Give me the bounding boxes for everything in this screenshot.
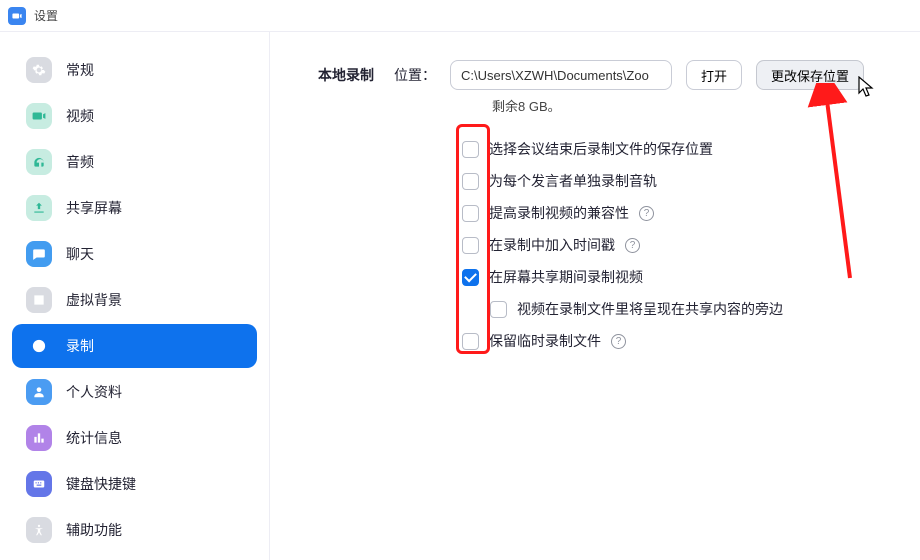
option-label: 保留临时录制文件 — [489, 331, 601, 351]
sidebar-item-chat[interactable]: 聊天 — [12, 232, 257, 276]
keyboard-icon — [26, 471, 52, 497]
sidebar-item-video[interactable]: 视频 — [12, 94, 257, 138]
sidebar-item-accessibility[interactable]: 辅助功能 — [12, 508, 257, 552]
recording-path-input[interactable]: C:\Users\XZWH\Documents\Zoo — [450, 60, 672, 90]
checkbox-icon[interactable] — [462, 205, 479, 222]
sidebar-item-label: 键盘快捷键 — [66, 474, 136, 494]
open-folder-button[interactable]: 打开 — [686, 60, 742, 90]
record-icon — [26, 333, 52, 359]
local-recording-title: 本地录制 — [318, 65, 374, 85]
recording-settings-panel: 本地录制 位置： C:\Users\XZWH\Documents\Zoo 打开 … — [270, 32, 920, 560]
help-icon[interactable]: ? — [625, 238, 640, 253]
titlebar: 设置 — [0, 0, 920, 32]
option-label: 在屏幕共享期间录制视频 — [489, 267, 643, 287]
settings-sidebar: 常规 视频 音频 共享屏幕 聊天 — [0, 32, 270, 560]
sidebar-item-audio[interactable]: 音频 — [12, 140, 257, 184]
option-label: 选择会议结束后录制文件的保存位置 — [489, 139, 713, 159]
option-label: 提高录制视频的兼容性 — [489, 203, 629, 223]
sidebar-item-label: 录制 — [66, 336, 94, 356]
option-separate-audio[interactable]: 为每个发言者单独录制音轨 — [462, 165, 896, 197]
virtual-background-icon — [26, 287, 52, 313]
option-video-beside-share[interactable]: 视频在录制文件里将呈现在共享内容的旁边 — [490, 293, 896, 325]
zoom-app-icon — [8, 7, 26, 25]
sidebar-item-label: 统计信息 — [66, 428, 122, 448]
help-icon[interactable]: ? — [639, 206, 654, 221]
option-keep-temp[interactable]: 保留临时录制文件 ? — [462, 325, 896, 357]
option-choose-save-location[interactable]: 选择会议结束后录制文件的保存位置 — [462, 133, 896, 165]
sidebar-item-label: 虚拟背景 — [66, 290, 122, 310]
sidebar-item-label: 辅助功能 — [66, 520, 122, 540]
option-timestamp[interactable]: 在录制中加入时间戳 ? — [462, 229, 896, 261]
sidebar-item-label: 常规 — [66, 60, 94, 80]
headphones-icon — [26, 149, 52, 175]
video-icon — [26, 103, 52, 129]
checkbox-icon[interactable] — [462, 333, 479, 350]
chat-icon — [26, 241, 52, 267]
checkbox-icon[interactable] — [490, 301, 507, 318]
location-label: 位置： — [394, 65, 436, 85]
remaining-space-text: 剩余8 GB。 — [492, 96, 896, 115]
sidebar-item-label: 音频 — [66, 152, 94, 172]
profile-icon — [26, 379, 52, 405]
window-title: 设置 — [34, 7, 58, 24]
help-icon[interactable]: ? — [611, 334, 626, 349]
sidebar-item-virtual-background[interactable]: 虚拟背景 — [12, 278, 257, 322]
share-screen-icon — [26, 195, 52, 221]
recording-path-text: C:\Users\XZWH\Documents\Zoo — [461, 68, 649, 83]
sidebar-item-profile[interactable]: 个人资料 — [12, 370, 257, 414]
accessibility-icon — [26, 517, 52, 543]
sidebar-item-label: 聊天 — [66, 244, 94, 264]
change-location-button[interactable]: 更改保存位置 — [756, 60, 864, 90]
sidebar-item-share-screen[interactable]: 共享屏幕 — [12, 186, 257, 230]
option-record-during-share[interactable]: 在屏幕共享期间录制视频 — [462, 261, 896, 293]
checkbox-icon[interactable] — [462, 173, 479, 190]
sidebar-item-label: 视频 — [66, 106, 94, 126]
option-label: 视频在录制文件里将呈现在共享内容的旁边 — [517, 299, 783, 319]
sidebar-item-stats[interactable]: 统计信息 — [12, 416, 257, 460]
option-label: 为每个发言者单独录制音轨 — [489, 171, 657, 191]
option-compatibility[interactable]: 提高录制视频的兼容性 ? — [462, 197, 896, 229]
checkbox-icon[interactable] — [462, 141, 479, 158]
checkbox-icon[interactable] — [462, 269, 479, 286]
recording-options: 选择会议结束后录制文件的保存位置 为每个发言者单独录制音轨 提高录制视频的兼容性… — [462, 133, 896, 357]
sidebar-item-keyboard[interactable]: 键盘快捷键 — [12, 462, 257, 506]
stats-icon — [26, 425, 52, 451]
sidebar-item-label: 个人资料 — [66, 382, 122, 402]
sidebar-item-general[interactable]: 常规 — [12, 48, 257, 92]
gear-icon — [26, 57, 52, 83]
sidebar-item-label: 共享屏幕 — [66, 198, 122, 218]
checkbox-icon[interactable] — [462, 237, 479, 254]
option-label: 在录制中加入时间戳 — [489, 235, 615, 255]
sidebar-item-recording[interactable]: 录制 — [12, 324, 257, 368]
